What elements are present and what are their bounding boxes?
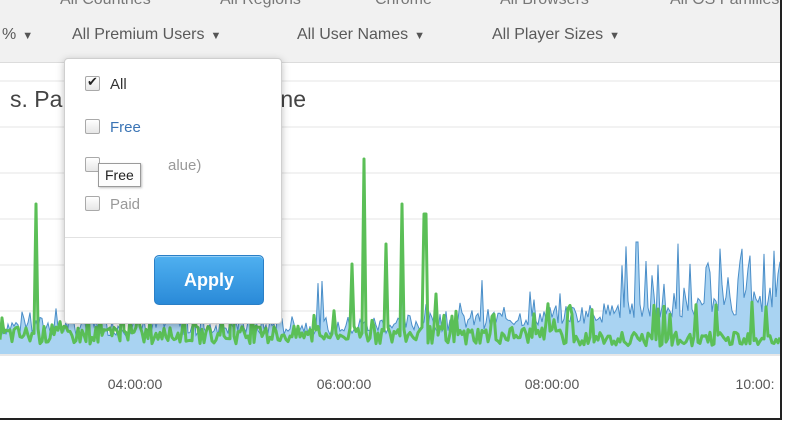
- filter-percent[interactable]: % ▼: [2, 26, 33, 44]
- filter-regions[interactable]: All Regions: [220, 0, 301, 9]
- x-tick-label: 08:00:00: [525, 376, 580, 392]
- option-paid[interactable]: Paid: [85, 196, 140, 213]
- checkbox-icon[interactable]: [85, 119, 100, 134]
- apply-button[interactable]: Apply: [154, 255, 264, 305]
- premium-users-dropdown: All Free alue) Paid Apply: [64, 58, 282, 324]
- top-filter-strip: All Countries All Regions Chrome All Bro…: [0, 0, 780, 11]
- filter-os[interactable]: All OS Families: [670, 0, 779, 9]
- divider: [65, 237, 281, 238]
- x-tick-label: 04:00:00: [108, 376, 163, 392]
- filter-bar: All Countries All Regions Chrome All Bro…: [0, 0, 780, 63]
- filter-player-sizes[interactable]: All Player Sizes ▼: [492, 26, 620, 44]
- x-tick-label: 06:00:00: [317, 376, 372, 392]
- checkbox-icon[interactable]: [85, 196, 100, 211]
- caret-down-icon: ▼: [22, 30, 34, 42]
- filter-countries[interactable]: All Countries: [60, 0, 151, 9]
- caret-down-icon: ▼: [414, 30, 426, 42]
- checkbox-checked-icon[interactable]: [85, 74, 100, 91]
- tooltip: Free: [98, 163, 141, 187]
- filter-browser[interactable]: Chrome: [375, 0, 432, 9]
- app-frame: All Countries All Regions Chrome All Bro…: [0, 0, 782, 420]
- filter-user-names[interactable]: All User Names ▼: [297, 26, 425, 44]
- caret-down-icon: ▼: [609, 30, 621, 42]
- option-free[interactable]: Free: [85, 119, 141, 136]
- caret-down-icon: ▼: [210, 30, 222, 42]
- x-axis: 04:00:00 06:00:00 08:00:00 10:00:: [0, 354, 780, 392]
- filter-browsers[interactable]: All Browsers: [500, 0, 589, 9]
- filter-row: % ▼ All Premium Users ▼ All User Names ▼ Al…: [0, 26, 780, 54]
- x-tick-label: 10:00:: [736, 376, 775, 392]
- filter-premium-users[interactable]: All Premium Users ▼: [72, 26, 221, 44]
- option-all[interactable]: All: [85, 74, 127, 93]
